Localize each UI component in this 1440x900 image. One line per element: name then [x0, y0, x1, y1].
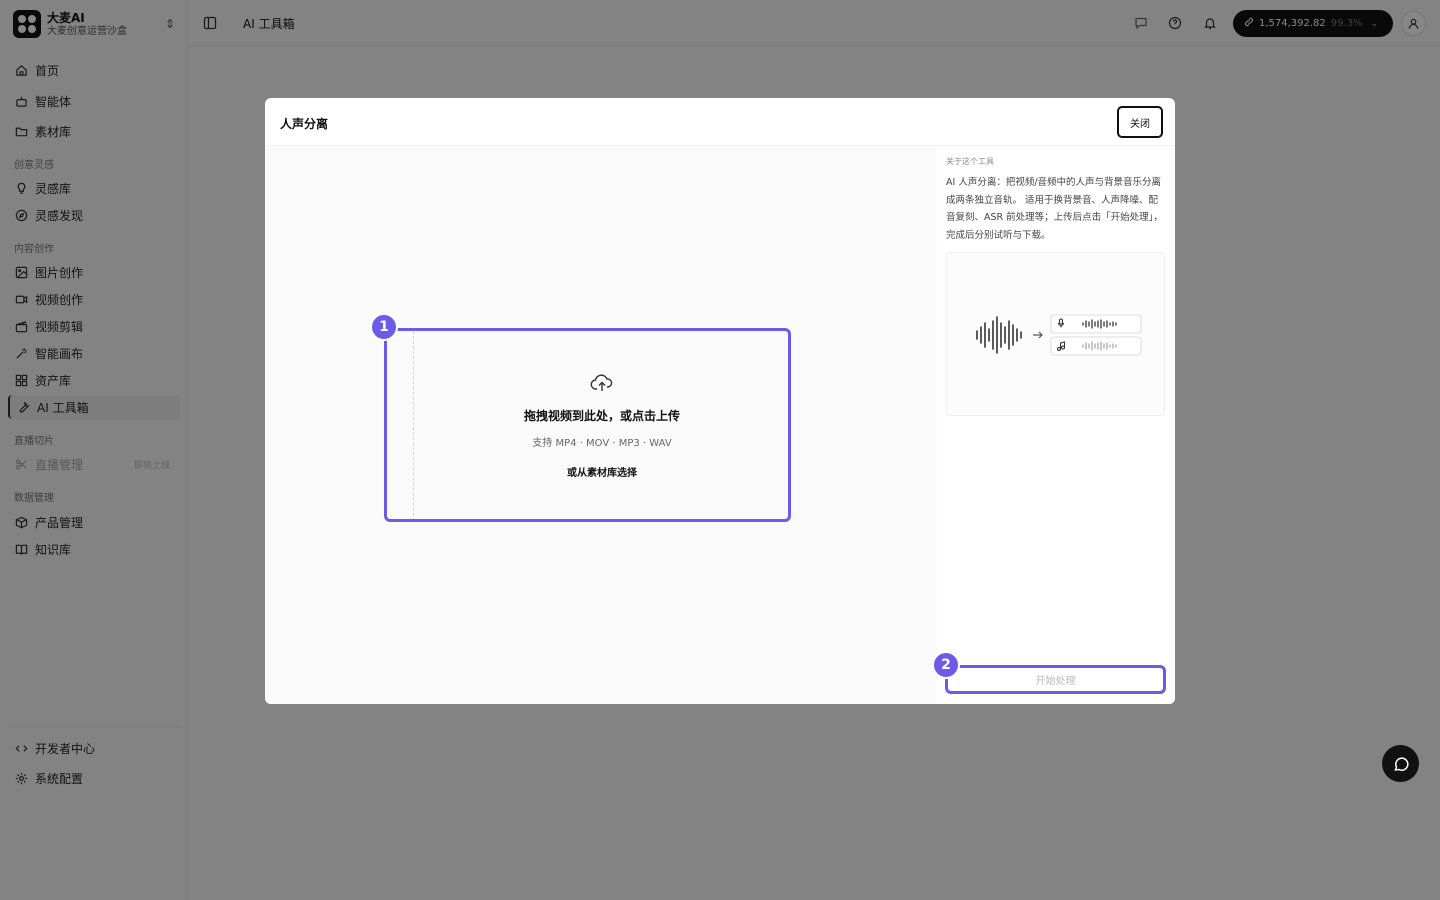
about-tool-description: AI 人声分离：把视频/音频中的人声与背景音乐分离成两条独立音轨。 适用于换背景…: [946, 177, 1163, 241]
step-badge-1: 1: [370, 313, 398, 341]
dropzone-formats: 支持 MP4 · MOV · MP3 · WAV: [532, 438, 672, 449]
upload-panel: 1 拖拽视频到此处，或点击上传 支持 MP4 · MOV · MP3 · WAV…: [265, 147, 937, 704]
about-tool-label: 关于这个工具: [946, 157, 994, 166]
dropzone-highlight: [384, 328, 791, 522]
voice-separation-dialog: 人声分离 关闭 1 拖拽视频到此处，或点击上传 支持 MP4 · MOV · M…: [265, 98, 1175, 704]
chat-fab-button[interactable]: [1382, 745, 1419, 782]
choose-from-library-link[interactable]: 或从素材库选择: [465, 464, 739, 479]
cloud-upload-icon: [590, 372, 614, 394]
waveform-split-icon: [976, 314, 1142, 356]
dropzone-title: 拖拽视频到此处，或点击上传: [523, 409, 680, 423]
separation-illustration: [946, 252, 1165, 416]
tool-info-panel: 关于这个工具 AI 人声分离：把视频/音频中的人声与背景音乐分离成两条独立音轨。…: [932, 147, 1175, 704]
dialog-title: 人声分离: [280, 117, 329, 131]
close-button[interactable]: 关闭: [1117, 106, 1163, 138]
step-badge-2: 2: [932, 651, 960, 679]
start-processing-button[interactable]: 开始处理: [945, 665, 1166, 694]
dialog-header: 人声分离 关闭: [265, 98, 1175, 146]
chat-bubble-icon: [1393, 756, 1409, 771]
